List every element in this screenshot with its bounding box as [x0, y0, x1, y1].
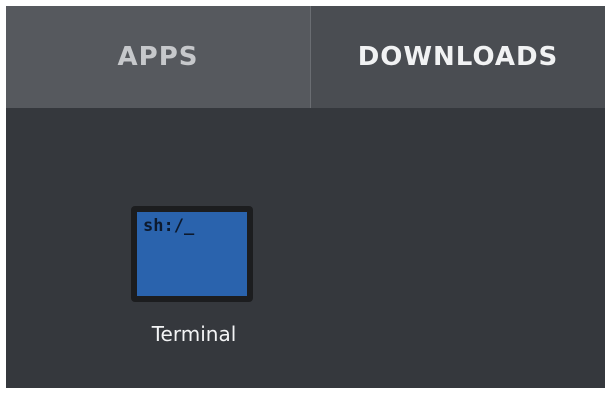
tab-downloads-label: DOWNLOADS	[357, 42, 559, 72]
terminal-icon-screen: sh:/_	[137, 212, 247, 296]
terminal-icon-text: sh:/_	[143, 216, 195, 236]
app-tile-terminal[interactable]: sh:/_ Terminal	[114, 206, 264, 366]
tab-downloads[interactable]: DOWNLOADS	[311, 6, 605, 108]
tab-apps-label: APPS	[117, 42, 199, 72]
window-frame: APPS DOWNLOADS sh:/_ Terminal	[0, 0, 605, 394]
terminal-icon[interactable]: sh:/_	[131, 206, 253, 302]
downloads-content: sh:/_ Terminal	[6, 108, 605, 388]
tab-apps[interactable]: APPS	[6, 6, 311, 108]
app-label-terminal: Terminal	[151, 322, 237, 346]
tab-bar: APPS DOWNLOADS	[6, 6, 605, 108]
launcher-panel: APPS DOWNLOADS sh:/_ Terminal	[6, 6, 605, 388]
